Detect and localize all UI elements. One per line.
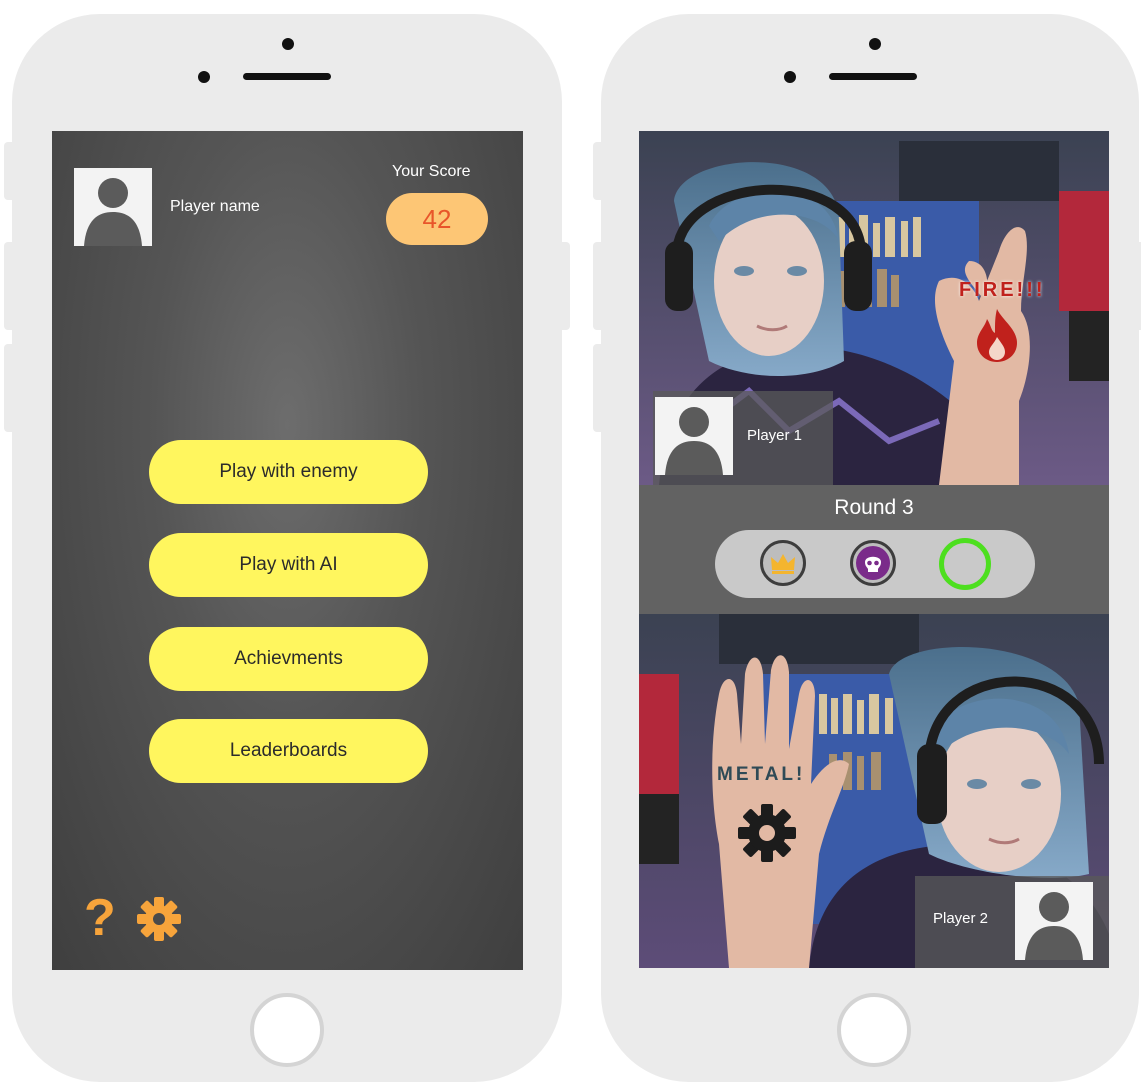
achievements-button[interactable]: Achievments (149, 627, 428, 691)
side-button (4, 344, 14, 432)
player1-tag: Player 1 (653, 391, 833, 485)
side-button (593, 344, 603, 432)
gear-icon (137, 897, 181, 941)
side-button (560, 242, 570, 330)
player2-avatar (1015, 882, 1093, 960)
gear-icon (738, 804, 796, 862)
player-name: Player name (170, 198, 260, 215)
player1-gesture-label: FIRE!!! (959, 279, 1046, 301)
score-badge: 42 (386, 193, 488, 245)
round-result-win (760, 540, 806, 586)
play-with-enemy-button[interactable]: Play with enemy (149, 440, 428, 504)
player1-avatar (655, 397, 733, 475)
player2-tag: Player 2 (915, 876, 1109, 968)
sensor (784, 71, 796, 83)
side-button (4, 242, 14, 330)
home-button[interactable] (837, 993, 911, 1067)
speaker-grille (829, 73, 917, 80)
sensor (198, 71, 210, 83)
player2-name: Player 2 (933, 910, 989, 927)
leaderboards-button[interactable]: Leaderboards (149, 719, 428, 783)
skull-icon (856, 546, 890, 580)
crown-icon (771, 554, 795, 574)
side-button (593, 242, 603, 330)
play-with-ai-button[interactable]: Play with AI (149, 533, 428, 597)
player2-camera-view: METAL! Player 2 (639, 614, 1109, 968)
settings-button[interactable] (134, 894, 184, 944)
round-label: Round 3 (834, 496, 914, 519)
front-camera (869, 38, 881, 50)
round-results (715, 530, 1035, 598)
side-button (593, 142, 603, 200)
round-result-loss (850, 540, 896, 586)
home-button[interactable] (250, 993, 324, 1067)
player1-camera-view: FIRE!!! Player 1 (639, 131, 1109, 485)
player2-gesture-label: METAL! (717, 764, 806, 785)
fire-icon (977, 309, 1017, 362)
round-panel: Round 3 (639, 485, 1109, 614)
player-avatar[interactable] (74, 168, 152, 246)
front-camera (282, 38, 294, 50)
player1-name: Player 1 (747, 427, 803, 444)
score-label: Your Score (392, 163, 471, 180)
round-result-pending (939, 538, 991, 590)
help-icon[interactable]: ? (84, 888, 116, 948)
side-button (1135, 242, 1141, 330)
avatar-icon (665, 407, 723, 475)
speaker-grille (243, 73, 331, 80)
side-button (4, 142, 14, 200)
avatar-icon (1025, 892, 1083, 960)
avatar-icon (84, 178, 142, 246)
